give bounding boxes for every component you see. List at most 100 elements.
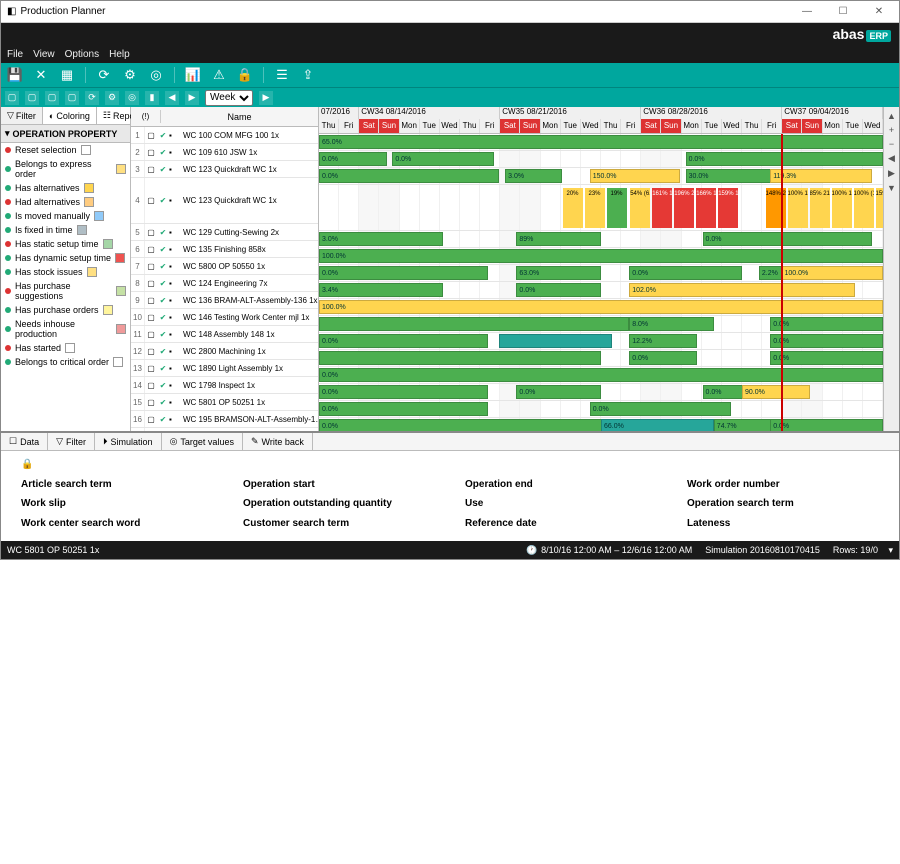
tool-target[interactable]: ◎ <box>125 91 139 105</box>
tab-filter[interactable]: ▽ Filter <box>1 107 43 124</box>
gantt-bar[interactable]: 0.0% <box>516 385 601 399</box>
btab-simulation[interactable]: ⏵ Simulation <box>95 433 162 450</box>
capacity-block[interactable]: 100% 16.0h <box>788 188 808 228</box>
tool-gear[interactable]: ⚙ <box>105 91 119 105</box>
gantt-bar[interactable]: 0.0% <box>319 368 883 382</box>
btab-filter[interactable]: ▽ Filter <box>48 433 95 450</box>
work-center-row[interactable]: 12▢✔▪WC 2800 Machining 1x <box>131 343 318 360</box>
gantt-bar[interactable] <box>319 317 629 331</box>
export-icon[interactable]: ⇪ <box>300 67 316 83</box>
gantt-bar[interactable]: 3.0% <box>319 232 443 246</box>
gantt-bar[interactable]: 0.0% <box>686 152 883 166</box>
gantt-bar[interactable]: 0.0% <box>319 334 488 348</box>
property-item[interactable]: Reset selection <box>1 143 130 157</box>
tool-chart[interactable]: ▮ <box>145 91 159 105</box>
gantt-bar[interactable]: 102.0% <box>629 283 855 297</box>
tool-a[interactable]: ▢ <box>5 91 19 105</box>
work-center-row[interactable]: 1▢✔▪WC 100 COM MFG 100 1x <box>131 127 318 144</box>
capacity-block[interactable]: 100% 16.0h <box>832 188 852 228</box>
property-item[interactable]: Had alternatives <box>1 195 130 209</box>
work-center-row[interactable]: 10▢✔▪WC 146 Testing Work Center mjl 1x <box>131 309 318 326</box>
capacity-block[interactable]: 20% <box>563 188 583 228</box>
capacity-block[interactable]: 196% 23.0h <box>674 188 694 228</box>
gantt-bar[interactable]: 100.0% <box>319 300 883 314</box>
gantt-bar[interactable]: 12.2% <box>629 334 697 348</box>
btab-target[interactable]: ◎ Target values <box>162 433 243 450</box>
gantt-bar[interactable]: 0.0% <box>319 169 499 183</box>
capacity-block[interactable]: 23% <box>585 188 605 228</box>
menu-file[interactable]: File <box>7 49 23 60</box>
work-center-row[interactable]: 16▢✔▪WC 195 BRAMSON-ALT-Assembly-1… <box>131 411 318 428</box>
work-center-row[interactable]: 8▢✔▪WC 124 Engineering 7x <box>131 275 318 292</box>
menu-view[interactable]: View <box>33 49 55 60</box>
gantt-bar[interactable]: 89% <box>516 232 601 246</box>
capacity-block[interactable]: 100% (16.0h) <box>854 188 874 228</box>
work-center-row[interactable]: 7▢✔▪WC 5800 OP 50550 1x <box>131 258 318 275</box>
gantt-bar[interactable]: 0.0% <box>516 283 601 297</box>
gantt-bar[interactable]: 66.0% <box>601 419 714 431</box>
gantt-bar[interactable]: 0.0% <box>319 402 488 416</box>
gantt-bar[interactable]: 0.0% <box>319 266 488 280</box>
scale-apply[interactable]: ▶ <box>259 91 273 105</box>
gantt-bar[interactable]: 0.0% <box>319 419 629 431</box>
gantt-bar[interactable]: 119.3% <box>770 169 872 183</box>
grid-icon[interactable]: ▦ <box>59 67 75 83</box>
gantt-bar[interactable]: 100.0% <box>781 266 883 280</box>
btab-writeback[interactable]: ✎ Write back <box>243 433 313 450</box>
work-center-row[interactable]: 14▢✔▪WC 1798 Inspect 1x <box>131 377 318 394</box>
gantt-bar[interactable]: 0.0% <box>392 152 494 166</box>
gutter-zoom-out-icon[interactable]: − <box>889 139 894 149</box>
refresh-icon[interactable]: ⟳ <box>96 67 112 83</box>
gutter-left-icon[interactable]: ◀ <box>888 153 895 164</box>
gantt-bar[interactable]: 0.0% <box>770 351 883 365</box>
minimize-button[interactable]: — <box>793 3 821 21</box>
status-menu-icon[interactable]: ▾ <box>888 545 893 556</box>
gutter-down-icon[interactable]: ▼ <box>887 183 896 193</box>
work-center-row[interactable]: 15▢✔▪WC 5801 OP 50251 1x <box>131 394 318 411</box>
tool-c[interactable]: ▢ <box>45 91 59 105</box>
property-item[interactable]: Has alternatives <box>1 181 130 195</box>
gantt-bar[interactable]: 90.0% <box>742 385 810 399</box>
tool-nav-left[interactable]: ◀ <box>165 91 179 105</box>
property-item[interactable]: Needs inhouse production <box>1 317 130 341</box>
property-item[interactable]: Has dynamic setup time <box>1 251 130 265</box>
tool-b[interactable]: ▢ <box>25 91 39 105</box>
property-item[interactable]: Is moved manually <box>1 209 130 223</box>
work-center-row[interactable]: 13▢✔▪WC 1890 Light Assembly 1x <box>131 360 318 377</box>
work-center-row[interactable]: 6▢✔▪WC 135 Finishing 858x <box>131 241 318 258</box>
property-item[interactable]: Has purchase orders <box>1 303 130 317</box>
property-item[interactable]: Belongs to critical order <box>1 355 130 369</box>
property-item[interactable]: Has purchase suggestions <box>1 279 130 303</box>
chart-icon[interactable]: 📊 <box>185 67 201 83</box>
time-scale-select[interactable]: Week <box>205 90 253 106</box>
work-center-row[interactable]: 2▢✔▪WC 109 610 JSW 1x <box>131 144 318 161</box>
gantt-bar[interactable]: 0.0% <box>703 232 872 246</box>
gantt-bar[interactable]: 0.0% <box>629 351 697 365</box>
gantt-bar[interactable]: 3.4% <box>319 283 443 297</box>
target-icon[interactable]: ◎ <box>148 67 164 83</box>
tool-d[interactable]: ▢ <box>65 91 79 105</box>
gutter-right-icon[interactable]: ▶ <box>888 168 895 179</box>
gantt-bar[interactable]: 0.0% <box>319 385 488 399</box>
gantt-body[interactable]: 65.0%0.0%0.0%0.0%0.0%3.0%150.0%30.0%119.… <box>319 134 883 431</box>
capacity-block[interactable]: 159% (18.3h) <box>876 188 883 228</box>
gantt-bar[interactable] <box>499 334 612 348</box>
gantt-bar[interactable]: 150.0% <box>590 169 680 183</box>
capacity-block[interactable]: 54% (6.0h) <box>630 188 650 228</box>
property-item[interactable]: Belongs to express order <box>1 157 130 181</box>
tool-refresh[interactable]: ⟳ <box>85 91 99 105</box>
work-center-row[interactable]: 4▢✔▪WC 123 Quickdraft WC 1x <box>131 178 318 224</box>
property-item[interactable]: Has static setup time <box>1 237 130 251</box>
warning-icon[interactable]: ⚠ <box>211 67 227 83</box>
gear-icon[interactable]: ⚙ <box>122 67 138 83</box>
save-icon[interactable]: 💾 <box>7 67 23 83</box>
maximize-button[interactable]: ☐ <box>829 3 857 21</box>
list-icon[interactable]: ☰ <box>274 67 290 83</box>
capacity-block[interactable]: 166% 19.0h <box>696 188 716 228</box>
capacity-block[interactable]: 161% 19.0h <box>652 188 672 228</box>
gantt-bar[interactable] <box>319 351 601 365</box>
work-center-row[interactable]: 11▢✔▪WC 148 Assembly 148 1x <box>131 326 318 343</box>
gutter-zoom-in-icon[interactable]: + <box>889 125 894 135</box>
gutter-up-icon[interactable]: ▲ <box>887 111 896 121</box>
gantt-bar[interactable]: 0.0% <box>590 402 731 416</box>
